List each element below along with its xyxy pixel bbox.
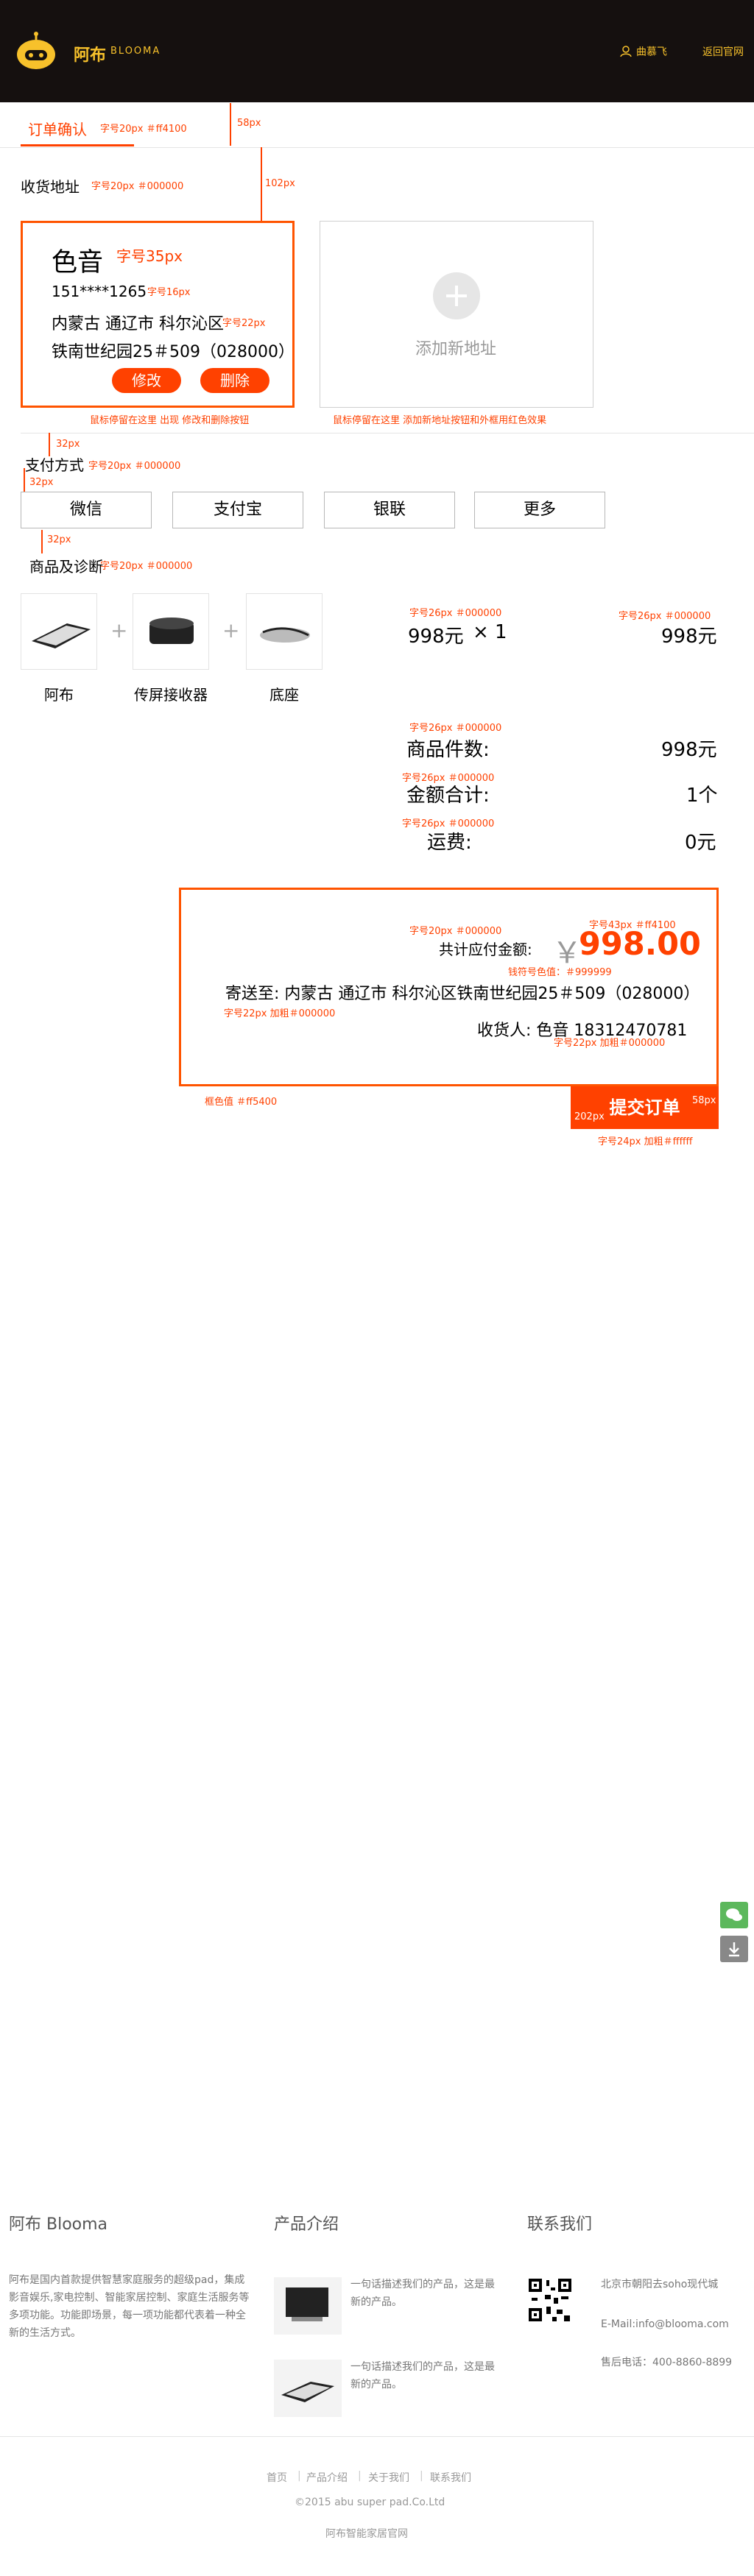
address-name: 色音 bbox=[52, 248, 104, 277]
product-image[interactable] bbox=[133, 593, 209, 670]
footer-link-products[interactable]: 产品介绍 bbox=[306, 2470, 348, 2485]
footer-product-text[interactable]: 一句话描述我们的产品，这是最 新的产品。 bbox=[350, 2358, 495, 2393]
quantity: × 1 bbox=[473, 621, 507, 643]
annotation-ship-to: 字号22px 加粗＃000000 bbox=[224, 1008, 336, 1019]
annotation-border: 框色值 ＃ff5400 bbox=[205, 1097, 278, 1108]
plus-icon: + bbox=[110, 618, 128, 643]
home-link[interactable]: 返回官网 bbox=[702, 44, 744, 59]
wechat-icon[interactable] bbox=[720, 1902, 748, 1928]
add-address-label[interactable]: 添加新地址 bbox=[415, 336, 496, 359]
total-payable-label: 共计应付金额: bbox=[439, 941, 532, 958]
site-name: 阿布智能家居官网 bbox=[325, 2528, 408, 2540]
brand-name-en[interactable]: BLOOMA bbox=[110, 46, 161, 57]
product-name: 传屏接收器 bbox=[134, 686, 208, 704]
footer-link-separator: | bbox=[420, 2470, 423, 2482]
footer-link-separator: | bbox=[358, 2470, 362, 2482]
annotation-receiver: 字号22px 加粗＃000000 bbox=[554, 1038, 666, 1049]
annotation-payment-title: 字号20px ＃000000 bbox=[88, 461, 181, 472]
tab-underline bbox=[21, 144, 134, 146]
annotation-address-title: 字号20px ＃000000 bbox=[91, 181, 184, 192]
item-count-label: 商品件数: bbox=[406, 739, 490, 761]
annotation-currency: 钱符号色值：＃999999 bbox=[508, 967, 612, 978]
footer-link-home[interactable]: 首页 bbox=[267, 2470, 287, 2485]
annotation-tab: 字号20px ＃ff4100 bbox=[100, 124, 187, 135]
annotation-price: 字号26px ＃000000 bbox=[409, 608, 502, 619]
divider bbox=[0, 147, 754, 148]
footer-email[interactable]: E-Mail:info@blooma.com bbox=[601, 2315, 729, 2333]
address-line2: 铁南世纪园25＃509（028000） bbox=[52, 343, 295, 361]
brand-name-cn[interactable]: 阿布 bbox=[74, 42, 106, 66]
footer-contact-title: 联系我们 bbox=[527, 2215, 593, 2234]
measure-line bbox=[230, 103, 231, 146]
pay-wechat-button[interactable]: 微信 bbox=[21, 492, 152, 528]
product-image[interactable] bbox=[21, 593, 97, 670]
annotation-add-hover: 鼠标停留在这里 添加新地址按钮和外框用红色效果 bbox=[333, 415, 547, 426]
amount-total-label: 金额合计: bbox=[406, 785, 490, 807]
annotation-card-hover: 鼠标停留在这里 出现 修改和删除按钮 bbox=[90, 415, 250, 426]
footer-about-title: 阿布 Blooma bbox=[9, 2215, 108, 2234]
item-count-value: 998元 bbox=[661, 739, 717, 761]
qr-code-icon bbox=[527, 2277, 573, 2323]
annotation-count: 字号26px ＃000000 bbox=[409, 723, 502, 734]
measure-line bbox=[41, 530, 43, 553]
divider bbox=[21, 433, 754, 434]
unit-price: 998元 bbox=[408, 626, 464, 648]
ship-to-address: 寄送至: 内蒙古 通辽市 科尔沁区铁南世纪园25＃509（028000） bbox=[225, 985, 700, 1003]
annotation-submit-height: 58px bbox=[692, 1095, 716, 1106]
robot-logo-icon[interactable] bbox=[15, 31, 57, 74]
annotation-32: 32px bbox=[47, 534, 71, 545]
annotation-32: 32px bbox=[56, 439, 80, 450]
footer-products-title: 产品介绍 bbox=[274, 2215, 339, 2234]
annotation-submit-width: 202px bbox=[574, 1111, 605, 1122]
footer-product-image[interactable] bbox=[274, 2360, 342, 2417]
submit-order-button[interactable]: 提交订单 bbox=[571, 1086, 719, 1129]
footer-link-separator: | bbox=[297, 2470, 301, 2482]
subtotal: 998元 bbox=[661, 626, 717, 648]
user-icon bbox=[620, 46, 632, 57]
total-amount: 998.00 bbox=[579, 926, 701, 963]
tab-order-confirm[interactable]: 订单确认 bbox=[28, 118, 87, 139]
plus-icon[interactable] bbox=[433, 272, 480, 319]
measure-line bbox=[24, 468, 25, 492]
annotation-58: 58px bbox=[237, 118, 261, 129]
payment-section-title: 支付方式 bbox=[25, 456, 84, 474]
annotation-subtotal: 字号26px ＃000000 bbox=[619, 611, 711, 622]
footer-product-image[interactable] bbox=[274, 2277, 342, 2335]
amount-total-value: 1个 bbox=[686, 785, 718, 807]
annotation-32: 32px bbox=[29, 477, 54, 488]
annotation-phone: 字号16px bbox=[147, 287, 191, 298]
plus-icon: + bbox=[222, 618, 240, 643]
edit-address-button[interactable]: 修改 bbox=[112, 368, 181, 393]
annotation-102: 102px bbox=[265, 178, 295, 189]
footer-about-text: 阿布是国内首款提供智慧家庭服务的超级pad，集成 影音娱乐,家电控制、智能家居控… bbox=[9, 2274, 250, 2339]
footer-phone: 售后电话：400-8860-8899 bbox=[601, 2357, 733, 2368]
pay-unionpay-button[interactable]: 银联 bbox=[324, 492, 455, 528]
top-header: 阿布 BLOOMA 曲慕飞 返回官网 bbox=[0, 0, 754, 102]
annotation-total: 字号20px ＃000000 bbox=[409, 926, 502, 937]
footer-product-text[interactable]: 一句话描述我们的产品，这是最 新的产品。 bbox=[350, 2276, 495, 2311]
download-icon[interactable] bbox=[720, 1936, 748, 1962]
footer-link-about[interactable]: 关于我们 bbox=[368, 2470, 409, 2485]
products-section-title: 商品及诊断 bbox=[29, 558, 103, 576]
divider bbox=[0, 2436, 754, 2437]
product-image[interactable] bbox=[246, 593, 323, 670]
shipping-label: 运费: bbox=[427, 832, 472, 854]
footer-address: 北京市朝阳去soho现代城 bbox=[601, 2279, 719, 2290]
annotation-name: 字号35px bbox=[116, 247, 183, 265]
copyright: ©2015 abu super pad.Co.Ltd bbox=[295, 2497, 445, 2508]
delete-address-button[interactable]: 删除 bbox=[200, 368, 269, 393]
annotation-products-title: 字号20px ＃000000 bbox=[100, 561, 193, 572]
address-section-title: 收货地址 bbox=[21, 178, 80, 196]
measure-line bbox=[261, 147, 262, 221]
pay-alipay-button[interactable]: 支付宝 bbox=[172, 492, 303, 528]
annotation-line1: 字号22px bbox=[222, 318, 266, 329]
product-name: 底座 bbox=[269, 686, 299, 704]
address-phone: 151****1265 bbox=[52, 283, 147, 300]
address-line1: 内蒙古 通辽市 科尔沁区 bbox=[52, 315, 224, 333]
annotation-submit: 字号24px 加粗＃ffffff bbox=[598, 1136, 693, 1147]
username-link[interactable]: 曲慕飞 bbox=[636, 44, 667, 59]
footer-link-contact[interactable]: 联系我们 bbox=[430, 2470, 471, 2485]
shipping-value: 0元 bbox=[685, 832, 716, 854]
pay-more-button[interactable]: 更多 bbox=[474, 492, 605, 528]
